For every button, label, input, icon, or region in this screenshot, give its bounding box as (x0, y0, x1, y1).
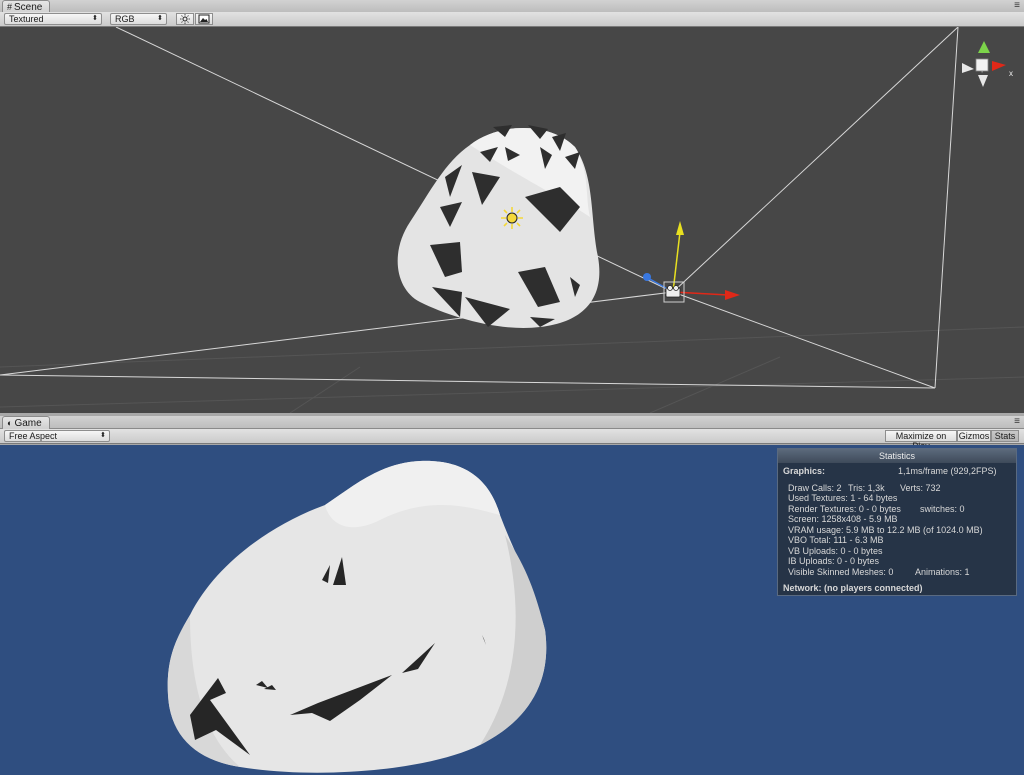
vbo-total: VBO Total: 111 - 6.3 MB (788, 535, 884, 545)
aspect-value: Free Aspect (9, 431, 58, 441)
gizmo-x-cone[interactable] (992, 61, 1006, 71)
scene-lighting-toggle[interactable] (176, 13, 194, 25)
aspect-dropdown[interactable]: Free Aspect ⬍ (4, 430, 110, 442)
tris-count: Tris: 1,3k (848, 483, 885, 493)
channel-value: RGB (115, 14, 135, 24)
gizmo-y-cone[interactable] (978, 41, 990, 53)
draw-calls: Draw Calls: 2 (788, 483, 842, 493)
ib-uploads: IB Uploads: 0 - 0 bytes (788, 556, 880, 566)
scene-viewport[interactable]: x (0, 27, 1024, 413)
move-gizmo[interactable] (643, 221, 740, 303)
verts-count: Verts: 732 (900, 483, 941, 493)
screen-info: Screen: 1258x408 - 5.9 MB (788, 514, 898, 524)
game-tab-bar: ◐ Game ≡ (0, 416, 1024, 429)
vram-usage: VRAM usage: 5.9 MB to 12.2 MB (of 1024.0… (788, 525, 983, 535)
gizmo-x-label: x (1009, 69, 1013, 78)
gizmo-center-cube[interactable] (975, 58, 989, 72)
stats-toggle[interactable]: Stats (991, 430, 1019, 442)
render-mode-dropdown[interactable]: Textured ⬍ (4, 13, 102, 25)
gizmo-x-arrow[interactable] (725, 290, 740, 300)
rock-mesh-closeup (167, 460, 547, 773)
gizmo-y-axis[interactable] (672, 231, 681, 293)
graphics-label: Graphics: (783, 466, 826, 476)
statistics-panel: Statistics Graphics: 1,1ms/frame (929,2F… (777, 448, 1017, 596)
render-mode-value: Textured (9, 14, 44, 24)
channel-dropdown[interactable]: RGB ⬍ (110, 13, 167, 25)
chevron-updown-icon: ⬍ (92, 15, 98, 22)
scene-grid-icon: # (7, 2, 13, 12)
scene-canvas: x (0, 27, 1024, 413)
used-textures: Used Textures: 1 - 64 bytes (788, 493, 898, 503)
gizmo-negy-cone[interactable] (978, 75, 988, 87)
game-panel-menu-icon[interactable]: ≡ (1014, 416, 1020, 427)
scene-grid (0, 326, 1024, 413)
game-tab-label: Game (14, 418, 42, 429)
maximize-on-play-toggle[interactable]: Maximize on Play (885, 430, 957, 451)
texture-switches: switches: 0 (920, 504, 965, 514)
network-status: Network: (no players connected) (783, 583, 923, 593)
game-toolbar: Free Aspect ⬍ Maximize on Play Gizmos St… (0, 429, 1024, 451)
gizmo-z-cone[interactable] (962, 63, 974, 73)
rock-mesh[interactable] (397, 125, 600, 328)
chevron-updown-icon: ⬍ (157, 15, 163, 22)
orientation-gizmo[interactable]: x (962, 41, 1013, 87)
gizmo-z-handle[interactable] (643, 273, 651, 281)
statistics-title: Statistics (778, 449, 1016, 463)
render-textures: Render Textures: 0 - 0 bytes (788, 504, 901, 514)
sun-icon (180, 14, 190, 24)
game-icon: ◐ (7, 418, 13, 428)
image-icon (198, 14, 210, 24)
frame-time: 1,1ms/frame (929,2FPS) (898, 466, 997, 476)
chevron-updown-icon: ⬍ (100, 432, 106, 439)
tab-game[interactable]: ◐ Game (2, 416, 50, 429)
animations-count: Animations: 1 (915, 567, 970, 577)
scene-panel-menu-icon[interactable]: ≡ (1014, 0, 1020, 11)
gizmo-y-arrow[interactable] (676, 221, 684, 235)
vb-uploads: VB Uploads: 0 - 0 bytes (788, 546, 883, 556)
gizmos-button[interactable]: Gizmos (957, 430, 991, 442)
scene-toolbar: Textured ⬍ RGB ⬍ (0, 12, 1024, 27)
skinned-meshes: Visible Skinned Meshes: 0 (788, 567, 894, 577)
scene-fx-toggle[interactable] (195, 13, 213, 25)
sun-light-icon[interactable] (501, 207, 523, 229)
